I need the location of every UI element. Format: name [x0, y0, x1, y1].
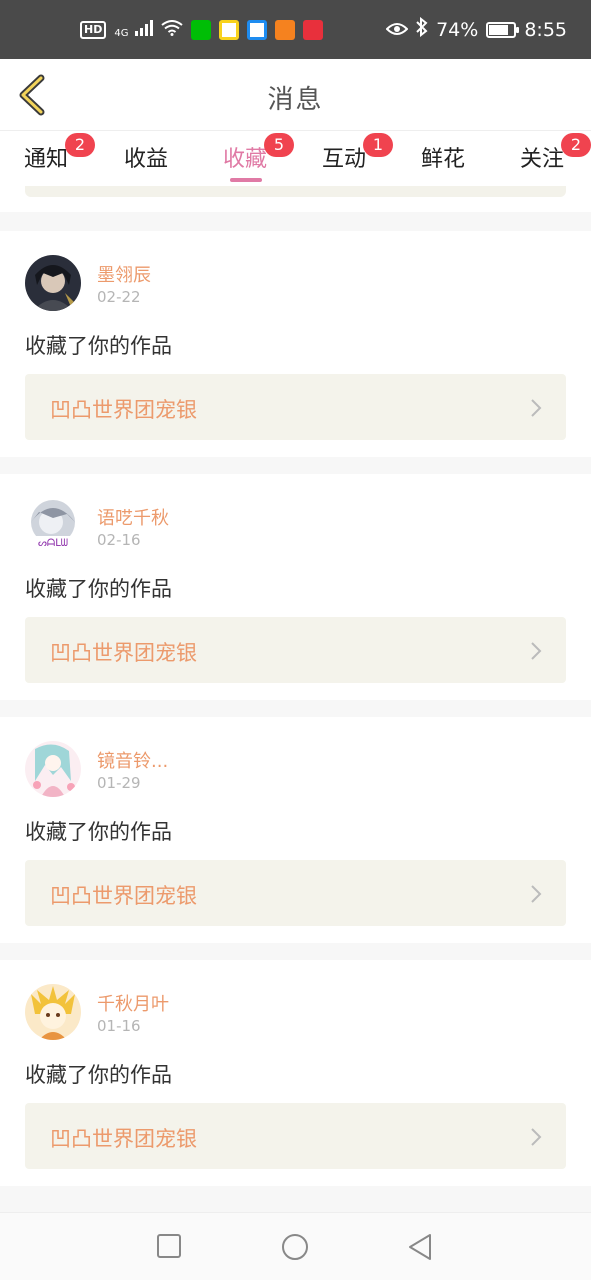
battery-icon	[486, 21, 520, 38]
clock: 8:55	[524, 18, 567, 41]
tab-interactions[interactable]: 互动 1	[322, 133, 393, 173]
red-app-icon	[302, 19, 323, 40]
status-bar-right: 74% 8:55	[385, 16, 567, 42]
notification-card: 千秋月叶 01-16 收藏了你的作品 凹凸世界团宠银	[0, 960, 591, 1186]
notification-date: 02-22	[97, 288, 141, 306]
work-title: 凹凸世界团宠银	[50, 1127, 197, 1151]
notification-date: 02-16	[97, 531, 141, 549]
notification-card: ᔕᗩᒪᗯ 语呓千秋 02-16 收藏了你的作品 凹凸世界团宠银	[0, 474, 591, 700]
notification-action: 收藏了你的作品	[25, 820, 172, 844]
notification-date: 01-16	[97, 1017, 141, 1035]
avatar[interactable]	[25, 741, 81, 797]
signal-icon: 4G	[114, 19, 153, 41]
green-app-icon	[218, 19, 239, 40]
system-nav-bar	[0, 1212, 591, 1280]
unread-badge: 1	[363, 133, 393, 157]
user-name[interactable]: 语呓千秋	[97, 504, 169, 530]
wifi-icon	[160, 19, 183, 41]
tab-favorites[interactable]: 收藏 5	[223, 133, 294, 173]
hd-icon: HD	[80, 20, 107, 39]
bluetooth-icon	[416, 16, 428, 42]
avatar[interactable]	[25, 255, 81, 311]
tab-label: 收藏	[223, 147, 268, 172]
chevron-right-icon	[531, 1128, 542, 1146]
tab-bar: 通知 2 收益 收藏 5 互动 1 鲜花 关注 2	[0, 131, 591, 186]
svg-text:ᔕᗩᒪᗯ: ᔕᗩᒪᗯ	[38, 538, 68, 549]
tab-follows[interactable]: 关注 2	[520, 133, 591, 173]
notification-action: 收藏了你的作品	[25, 1063, 172, 1087]
chevron-right-icon	[531, 399, 542, 417]
back-icon[interactable]	[407, 1233, 433, 1265]
notification-date: 01-29	[97, 774, 141, 792]
tab-earnings[interactable]: 收益	[124, 141, 168, 173]
active-tab-indicator	[230, 178, 262, 182]
status-bar-left: HD 4G	[80, 19, 323, 41]
tab-label: 鲜花	[421, 147, 466, 172]
previous-card-remnant	[0, 186, 591, 212]
notification-action: 收藏了你的作品	[25, 334, 172, 358]
notification-card: 镜音铃... 01-29 收藏了你的作品 凹凸世界团宠银	[0, 717, 591, 943]
work-title: 凹凸世界团宠银	[50, 884, 197, 908]
user-name[interactable]: 千秋月叶	[97, 990, 169, 1016]
tab-flowers[interactable]: 鲜花	[421, 141, 465, 173]
user-name[interactable]: 镜音铃...	[97, 747, 168, 773]
notification-card: 墨翎辰 02-22 收藏了你的作品 凹凸世界团宠银	[0, 231, 591, 457]
tab-label: 收益	[124, 147, 169, 172]
home-icon[interactable]	[281, 1233, 309, 1265]
chevron-right-icon	[531, 885, 542, 903]
network-type: 4G	[114, 27, 129, 39]
app-header: 消息	[0, 59, 591, 131]
work-link[interactable]: 凹凸世界团宠银	[25, 1103, 566, 1169]
avatar[interactable]	[25, 984, 81, 1040]
previous-work-box[interactable]	[25, 186, 566, 197]
work-link[interactable]: 凹凸世界团宠银	[25, 617, 566, 683]
chevron-right-icon	[531, 642, 542, 660]
notification-action: 收藏了你的作品	[25, 577, 172, 601]
iqiyi-app-icon	[190, 19, 211, 40]
work-title: 凹凸世界团宠银	[50, 398, 197, 422]
eye-icon	[385, 19, 409, 41]
orange-app-icon	[274, 19, 295, 40]
blue-app-icon	[246, 19, 267, 40]
status-bar: HD 4G 74% 8:55	[0, 0, 591, 59]
page-title: 消息	[267, 85, 324, 115]
unread-badge: 2	[561, 133, 591, 157]
user-name[interactable]: 墨翎辰	[97, 261, 151, 287]
tab-notice[interactable]: 通知 2	[24, 133, 95, 173]
unread-badge: 5	[264, 133, 294, 157]
work-link[interactable]: 凹凸世界团宠银	[25, 374, 566, 440]
work-title: 凹凸世界团宠银	[50, 641, 197, 665]
avatar[interactable]: ᔕᗩᒪᗯ	[25, 498, 81, 554]
tab-label: 通知	[24, 147, 69, 172]
tab-label: 互动	[322, 147, 367, 172]
battery-percent: 74%	[436, 18, 479, 41]
recent-apps-icon[interactable]	[156, 1233, 182, 1263]
tab-label: 关注	[520, 147, 565, 172]
work-link[interactable]: 凹凸世界团宠银	[25, 860, 566, 926]
unread-badge: 2	[65, 133, 95, 157]
